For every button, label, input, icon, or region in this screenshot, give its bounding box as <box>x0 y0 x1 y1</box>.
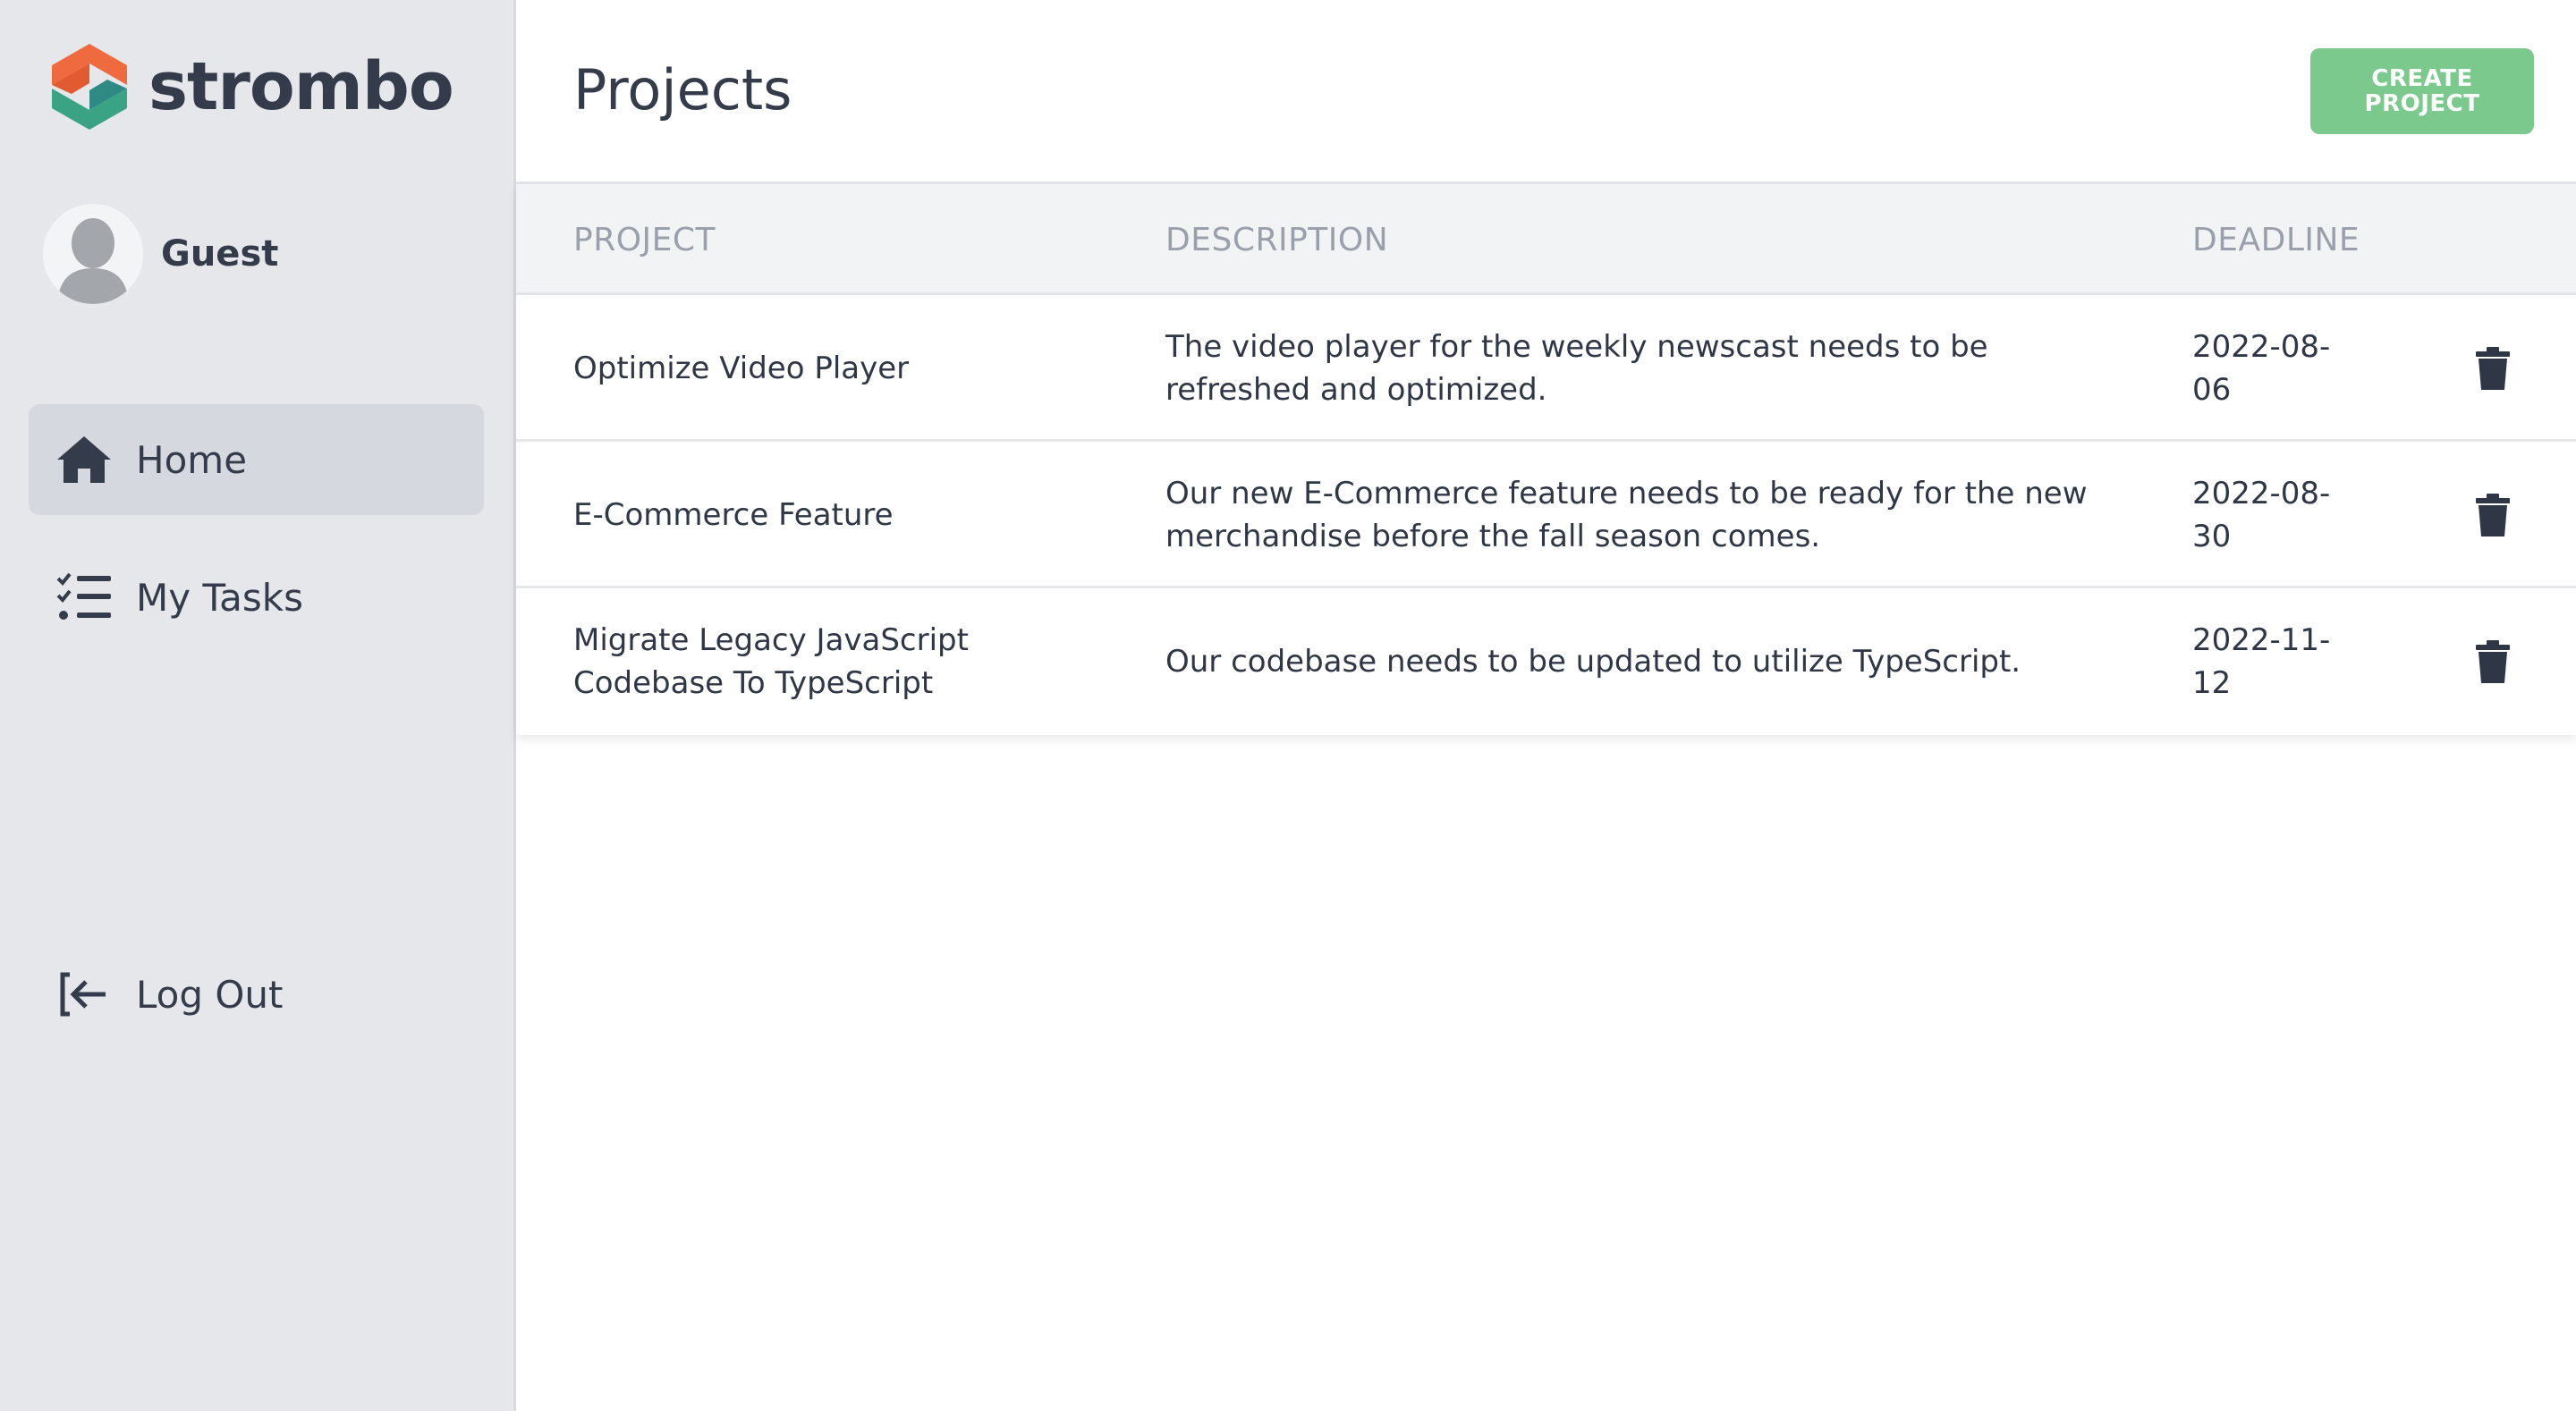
project-deadline: 2022-08-06 <box>2192 329 2331 408</box>
create-project-button[interactable]: CREATE PROJECT <box>2310 48 2534 134</box>
delete-project-button[interactable] <box>2439 588 2546 735</box>
project-description: The video player for the weekly newscast… <box>1165 329 1988 408</box>
project-description: Our codebase needs to be updated to util… <box>1165 644 2021 680</box>
sidebar-item-home[interactable]: Home <box>29 404 484 515</box>
table-row[interactable]: Migrate Legacy JavaScript Codebase To Ty… <box>516 588 2576 735</box>
project-deadline: 2022-08-30 <box>2192 476 2331 554</box>
column-header-description: DESCRIPTION <box>1165 221 1389 258</box>
user-profile: Guest <box>43 204 278 304</box>
sidebar-item-label: Home <box>136 437 248 482</box>
sidebar-item-label: My Tasks <box>136 575 303 620</box>
sidebar: strombo Guest Home My Tasks Log Out <box>0 0 516 1411</box>
projects-table: PROJECT DESCRIPTION DEADLINE Optimize Vi… <box>516 184 2576 735</box>
brand-name: strombo <box>148 48 454 125</box>
checklist-icon <box>55 569 113 626</box>
project-name: Migrate Legacy JavaScript Codebase To Ty… <box>573 622 969 701</box>
user-silhouette-icon <box>43 204 143 304</box>
table-row[interactable]: Optimize Video Player The video player f… <box>516 295 2576 442</box>
sidebar-item-log-out[interactable]: Log Out <box>29 939 484 1050</box>
project-description: Our new E-Commerce feature needs to be r… <box>1165 476 2088 554</box>
sidebar-item-label: Log Out <box>136 972 284 1017</box>
app: strombo Guest Home My Tasks Log Out Proj… <box>0 0 2576 1411</box>
column-header-project: PROJECT <box>573 221 716 258</box>
brand[interactable]: strombo <box>45 41 454 132</box>
project-name: Optimize Video Player <box>573 351 910 386</box>
page-title: Projects <box>573 57 792 123</box>
trash-icon <box>2476 347 2510 390</box>
table-header: PROJECT DESCRIPTION DEADLINE <box>516 184 2576 295</box>
trash-icon <box>2476 494 2510 537</box>
trash-icon <box>2476 640 2510 683</box>
delete-project-button[interactable] <box>2439 442 2546 588</box>
project-deadline: 2022-11-12 <box>2192 622 2331 701</box>
main-content: Projects CREATE PROJECT PROJECT DESCRIPT… <box>516 0 2576 1411</box>
home-icon <box>55 431 113 488</box>
column-header-deadline: DEADLINE <box>2192 221 2360 258</box>
user-name: Guest <box>161 233 279 275</box>
strombo-logo-icon <box>52 44 127 130</box>
table-row[interactable]: E-Commerce Feature Our new E-Commerce fe… <box>516 442 2576 588</box>
project-name: E-Commerce Feature <box>573 497 894 533</box>
logout-icon <box>55 966 113 1023</box>
sidebar-item-my-tasks[interactable]: My Tasks <box>29 542 484 653</box>
avatar <box>43 204 143 304</box>
delete-project-button[interactable] <box>2439 295 2546 442</box>
